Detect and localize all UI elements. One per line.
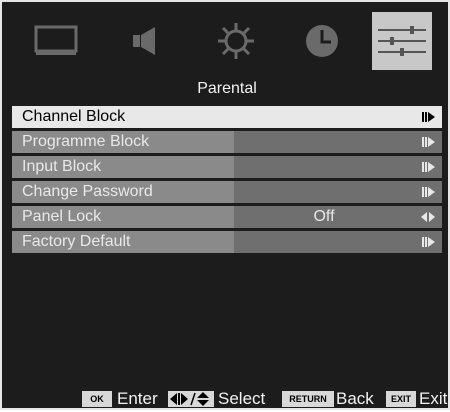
back-hint: Back — [336, 389, 374, 408]
enter-arrow-icon — [422, 162, 435, 172]
menu-item-factory-default[interactable]: Factory Default — [12, 231, 442, 253]
menu-item-programme-block[interactable]: Programme Block — [12, 131, 442, 153]
menu-item-label: Channel Block — [12, 106, 442, 128]
menu-item-label: Panel Lock — [12, 206, 234, 228]
menu-tab-bar — [12, 12, 442, 70]
left-right-arrow-icon — [421, 212, 435, 222]
exit-hint: Exit — [419, 389, 448, 408]
menu-item-change-password[interactable]: Change Password — [12, 181, 442, 203]
menu-item-channel-block[interactable]: Channel Block — [12, 106, 442, 128]
clock-icon — [306, 25, 338, 57]
ok-key: OK — [82, 391, 112, 407]
ok-hint: Enter — [117, 389, 158, 408]
menu-item-label: Change Password — [12, 181, 234, 203]
navigate-keys — [168, 391, 214, 407]
menu-item-value-cell — [234, 156, 442, 178]
tab-settings[interactable] — [208, 18, 264, 64]
menu-item-value: Off — [313, 208, 335, 225]
menu-item-label: Factory Default — [12, 231, 234, 253]
osd-menu: Parental Channel Block Programme Block Inp… — [0, 0, 450, 410]
key-hint-bar: OK Enter Select RETURN Back EXIT Exit — [2, 388, 450, 408]
menu-item-value-cell — [234, 131, 442, 153]
menu-item-value-cell: Off — [234, 206, 442, 228]
menu-item-panel-lock[interactable]: Panel Lock Off — [12, 206, 442, 228]
tab-picture[interactable] — [28, 18, 84, 64]
enter-arrow-icon — [422, 187, 435, 197]
sliders-icon — [378, 26, 426, 56]
select-hint: Select — [218, 389, 266, 408]
enter-arrow-icon — [422, 237, 435, 247]
enter-arrow-icon — [422, 137, 435, 147]
exit-key: EXIT — [386, 391, 416, 407]
menu-item-input-block[interactable]: Input Block — [12, 156, 442, 178]
arrow-keys-icon — [170, 392, 209, 406]
menu-item-label: Input Block — [12, 156, 234, 178]
menu-item-label: Programme Block — [12, 131, 234, 153]
section-title: Parental — [197, 80, 257, 97]
return-key: RETURN — [282, 391, 334, 407]
menu-item-value-cell — [234, 181, 442, 203]
tab-time[interactable] — [294, 18, 350, 64]
settings-icon — [218, 23, 254, 59]
sound-icon — [133, 27, 155, 55]
menu-item-value-cell — [234, 231, 442, 253]
tab-sound[interactable] — [116, 18, 172, 64]
picture-icon — [34, 25, 78, 55]
enter-arrow-icon — [422, 112, 435, 122]
tab-parental[interactable] — [372, 12, 432, 70]
